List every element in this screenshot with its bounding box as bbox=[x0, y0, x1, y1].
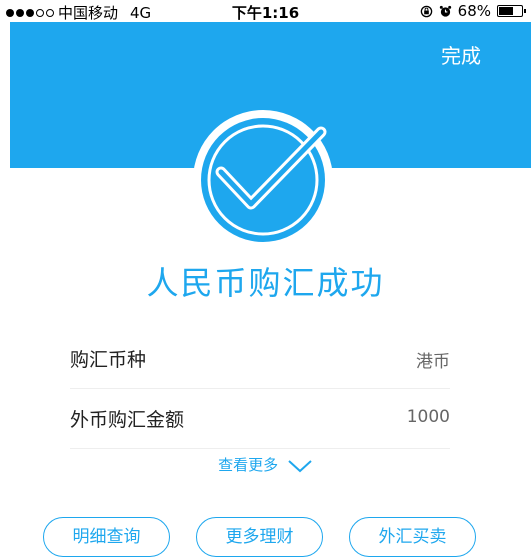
view-more-link[interactable]: 查看更多 bbox=[0, 454, 531, 475]
status-right: 68% bbox=[420, 2, 526, 20]
detail-value: 港币 bbox=[416, 352, 450, 372]
status-bar: 中国移动 4G 下午1:16 68% bbox=[0, 0, 531, 22]
forex-trade-button[interactable]: 外汇买卖 bbox=[349, 517, 476, 557]
detail-row-amount: 外币购汇金额 1000 bbox=[70, 388, 450, 449]
alarm-icon bbox=[439, 5, 451, 17]
detail-row-currency: 购汇币种 港币 bbox=[70, 328, 450, 389]
detail-label: 购汇币种 bbox=[70, 349, 147, 371]
check-circle-icon bbox=[193, 110, 333, 250]
battery-percent: 68% bbox=[457, 2, 491, 20]
chevron-down-icon bbox=[288, 459, 312, 472]
more-wealth-button[interactable]: 更多理财 bbox=[196, 517, 323, 557]
done-button[interactable]: 完成 bbox=[441, 40, 481, 69]
detail-label: 外币购汇金额 bbox=[70, 409, 185, 431]
details-query-button[interactable]: 明细查询 bbox=[43, 517, 170, 557]
battery-icon bbox=[497, 5, 526, 17]
success-title: 人民币购汇成功 bbox=[146, 264, 385, 302]
detail-value: 1000 bbox=[406, 407, 450, 427]
view-more-label: 查看更多 bbox=[218, 456, 279, 474]
rotation-lock-icon bbox=[420, 5, 432, 17]
